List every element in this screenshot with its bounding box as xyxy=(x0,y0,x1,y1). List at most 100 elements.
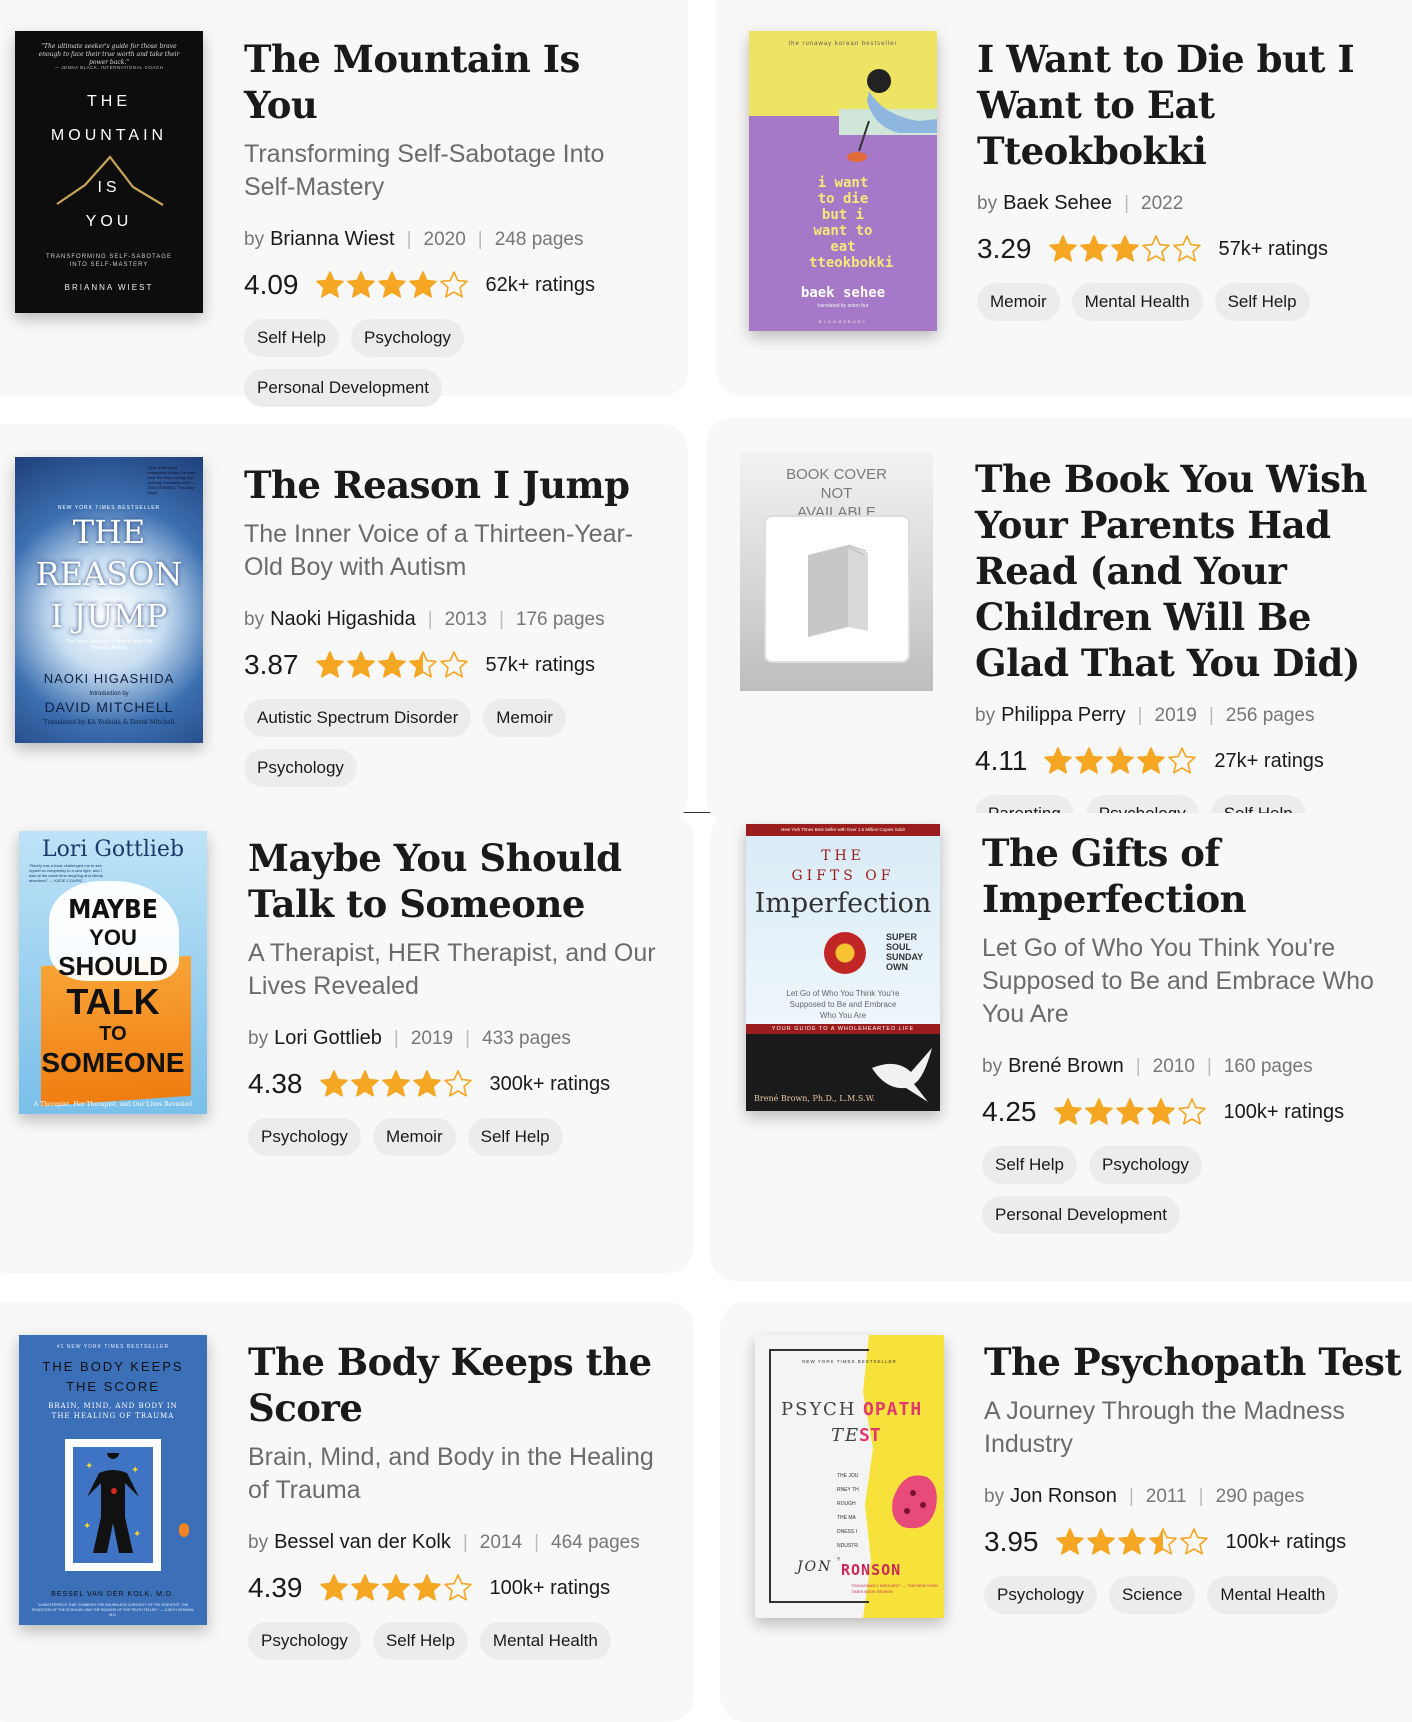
genre-tag[interactable]: Self Help xyxy=(372,1622,468,1660)
star-empty-icon xyxy=(1168,747,1197,774)
book-title[interactable]: Maybe You Should Talk to Someone xyxy=(248,835,658,927)
star-empty-icon xyxy=(1172,235,1201,262)
leopard-icon xyxy=(892,1475,937,1529)
genre-tag[interactable]: Psychology xyxy=(248,1622,361,1660)
rating-row: 3.29 57k+ ratings xyxy=(977,233,1397,265)
star-rating xyxy=(1048,234,1203,264)
matisse-frame: ✦ ✦ ✦ ✦ xyxy=(65,1439,161,1571)
genre-tag[interactable]: Mental Health xyxy=(1207,1576,1339,1614)
genre-tags: Self Help Psychology Personal Developmen… xyxy=(982,1146,1402,1234)
genre-tag[interactable]: Memoir xyxy=(977,283,1060,321)
book-title[interactable]: I Want to Die but I Want to Eat Tteokbok… xyxy=(977,36,1397,174)
book-title[interactable]: The Body Keeps the Score xyxy=(248,1339,668,1431)
author-link[interactable]: Naoki Higashida xyxy=(270,608,416,631)
book-info: The Mountain Is You Transforming Self-Sa… xyxy=(244,36,644,407)
publisher-logo-icon xyxy=(179,1523,189,1537)
genre-tag[interactable]: Science xyxy=(1108,1576,1196,1614)
separator: | xyxy=(1128,1485,1134,1507)
book-cover[interactable]: Lori Gottlieb "Rarely has a book challen… xyxy=(19,831,207,1114)
separator: | xyxy=(477,228,483,250)
placeholder-frame xyxy=(764,515,910,663)
cover-title-line: THE xyxy=(821,848,865,864)
woman-eating-illustration xyxy=(839,69,937,162)
genre-tag[interactable]: Psychology xyxy=(248,1118,361,1156)
star-empty-icon xyxy=(1141,235,1170,262)
cover-title-part: PSYCH xyxy=(781,1399,857,1420)
star-full-icon xyxy=(1106,747,1135,774)
genre-tags: Psychology Self Help Mental Health xyxy=(248,1622,668,1660)
cover-tagline: The Inner Voice of a Thirteen-Year-Old B… xyxy=(66,639,152,651)
book-cover[interactable]: "The ultimate seeker's guide for those b… xyxy=(15,31,203,313)
cover-title-line: Imperfection xyxy=(754,888,932,919)
page-count: 160 pages xyxy=(1223,1055,1313,1077)
genre-tag[interactable]: Mental Health xyxy=(479,1622,611,1660)
genre-tag[interactable]: Psychology xyxy=(244,749,357,787)
separator: | xyxy=(427,608,433,630)
publish-year: 2019 xyxy=(410,1027,454,1049)
book-cover[interactable]: NEW YORK TIMES BESTSELLER PSYCH OPATH TE… xyxy=(755,1335,944,1618)
cover-tagline: TRANSFORMING SELF-SABOTAGE INTO SELF-MAS… xyxy=(46,254,172,268)
book-info: The Gifts of Imperfection Let Go of Who … xyxy=(982,830,1402,1234)
genre-tag[interactable]: Self Help xyxy=(467,1118,563,1156)
book-meta: by Bessel van der Kolk | 2014 | 464 page… xyxy=(248,1531,668,1554)
genre-tag[interactable]: Memoir xyxy=(483,699,566,737)
star-full-icon xyxy=(350,1070,379,1097)
genre-tags: Self Help Psychology Personal Developmen… xyxy=(244,319,644,407)
genre-tag[interactable]: Psychology xyxy=(350,319,464,357)
book-meta: by Lori Gottlieb | 2019 | 433 pages xyxy=(248,1027,658,1050)
cover-title-line: TALK xyxy=(66,981,160,1022)
genre-tag[interactable]: Psychology xyxy=(1088,1146,1202,1184)
author-link[interactable]: Brianna Wiest xyxy=(270,228,395,251)
book-title[interactable]: The Book You Wish Your Parents Had Read … xyxy=(975,456,1395,686)
genre-tags: Psychology Science Mental Health xyxy=(984,1576,1404,1614)
star-full-icon xyxy=(319,1070,348,1097)
author-link[interactable]: Philippa Perry xyxy=(1001,704,1126,727)
author-link[interactable]: Lori Gottlieb xyxy=(274,1027,382,1050)
genre-tag[interactable]: Self Help xyxy=(982,1146,1077,1184)
genre-tag[interactable]: Self Help xyxy=(244,319,339,357)
book-cover[interactable]: "One of the most remarkable books I've e… xyxy=(15,457,203,743)
by-label: by xyxy=(975,704,996,726)
average-rating: 4.38 xyxy=(248,1068,303,1099)
author-link[interactable]: Bessel van der Kolk xyxy=(274,1531,451,1554)
genre-tag[interactable]: Personal Development xyxy=(244,369,442,407)
cover-title-part: TE xyxy=(831,1425,861,1446)
cover-intro: Introduction by xyxy=(89,691,129,697)
star-full-icon xyxy=(1117,1528,1146,1555)
star-full-icon xyxy=(346,651,375,678)
genre-tags: Autistic Spectrum Disorder Memoir Psycho… xyxy=(244,699,654,787)
book-title[interactable]: The Psychopath Test xyxy=(984,1339,1404,1385)
book-cover[interactable]: BOOK COVER NOT AVAILABLE xyxy=(740,451,933,691)
star-full-icon xyxy=(1055,1528,1084,1555)
genre-tag[interactable]: Mental Health xyxy=(1071,283,1203,321)
cover-top-text: New York Times Best Seller with Over 1.5… xyxy=(781,827,905,832)
separator: | xyxy=(1206,1055,1212,1077)
star-empty-icon xyxy=(1179,1528,1208,1555)
book-title[interactable]: The Reason I Jump xyxy=(244,462,654,508)
genre-tag[interactable]: Autistic Spectrum Disorder xyxy=(244,699,472,737)
genre-tags: Psychology Memoir Self Help xyxy=(248,1118,658,1156)
cover-title-line: THE xyxy=(87,93,131,110)
genre-tag[interactable]: Memoir xyxy=(372,1118,456,1156)
author-link[interactable]: Jon Ronson xyxy=(1010,1485,1117,1508)
book-cover[interactable]: the runaway korean bestseller i want to … xyxy=(749,31,937,331)
book-meta: by Baek Sehee | 2022 xyxy=(977,192,1397,215)
book-title[interactable]: The Mountain Is You xyxy=(244,36,644,128)
ratings-count: 100k+ ratings xyxy=(1225,1530,1347,1553)
publish-year: 2014 xyxy=(479,1531,523,1553)
average-rating: 4.39 xyxy=(248,1572,303,1603)
genre-tag[interactable]: Personal Development xyxy=(982,1196,1180,1234)
author-link[interactable]: Baek Sehee xyxy=(1003,192,1112,215)
genre-tag[interactable]: Self Help xyxy=(1214,283,1310,321)
book-cover[interactable]: New York Times Best Seller with Over 1.5… xyxy=(746,824,940,1111)
star-full-icon xyxy=(1146,1098,1175,1125)
book-cover[interactable]: #1 NEW YORK TIMES BESTSELLER THE BODY KE… xyxy=(19,1335,207,1625)
author-link[interactable]: Brené Brown xyxy=(1008,1055,1124,1078)
by-label: by xyxy=(982,1055,1003,1077)
cover-title-line: IS xyxy=(97,179,121,196)
genre-tag[interactable]: Psychology xyxy=(984,1576,1097,1614)
cover-title-line: THE SCORE xyxy=(66,1379,160,1394)
average-rating: 4.11 xyxy=(975,745,1028,776)
book-title[interactable]: The Gifts of Imperfection xyxy=(982,830,1402,922)
ratings-count: 57k+ ratings xyxy=(485,653,596,676)
